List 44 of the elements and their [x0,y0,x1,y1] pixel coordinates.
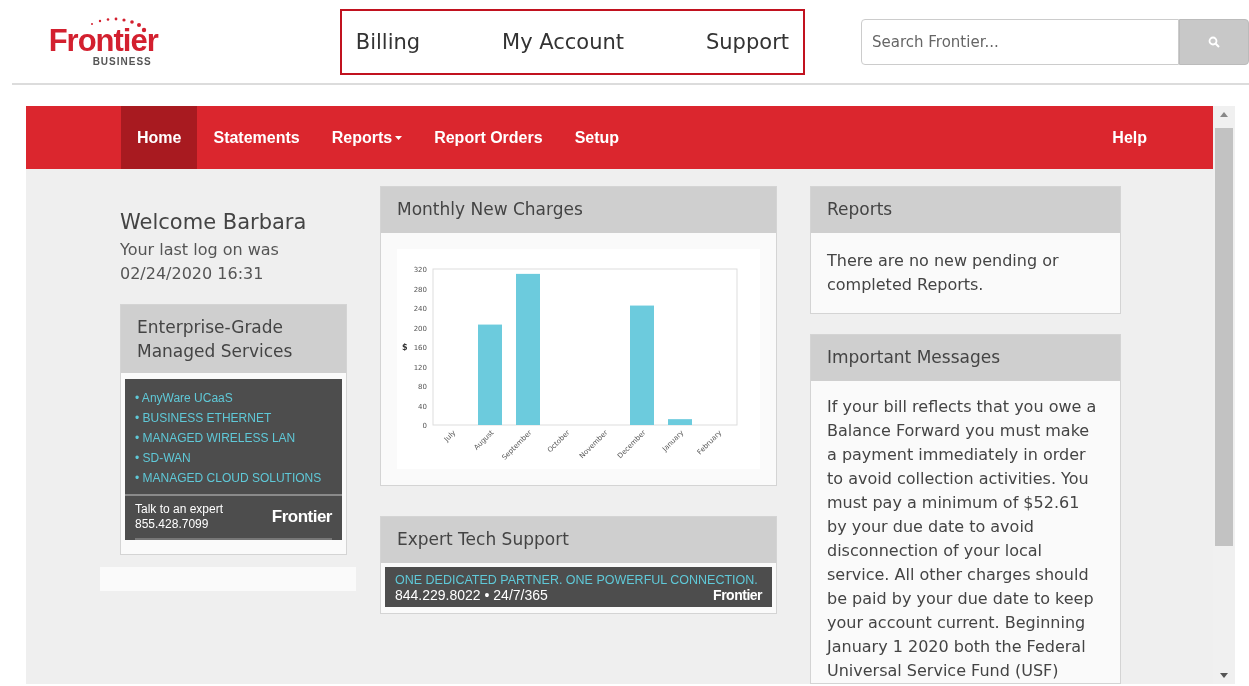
support-phone: 844.229.8022 • 24/7/365 [395,587,548,603]
service-item: • MANAGED WIRELESS LAN [135,431,297,446]
brand-wordmark: Frontier [271,507,332,527]
bar [668,419,692,425]
reports-message: There are no new pending or completed Reports. [827,250,1060,296]
menu-tab[interactable]: Home [121,106,198,169]
scroll-up-icon[interactable] [1220,112,1228,117]
panel-header: Important Messages [811,335,1120,381]
contact-phone: 855.428.7099 [135,517,210,532]
scrollbar-thumb[interactable] [1215,128,1233,546]
contact-text: Talk to an expert [135,502,224,517]
menu-tab[interactable]: Statements [197,106,316,169]
search-field[interactable]: Search Frontier... [861,18,1179,65]
top-nav-link[interactable]: My Account [500,25,627,58]
logo-wordmark: Frontier [48,26,158,56]
logo-tagline: BUSINESS [92,56,152,67]
service-item: • MANAGED CLOUD SOLUTIONS [135,471,323,486]
brand-wordmark: Frontier [713,587,762,603]
support-banner[interactable]: ONE DEDICATED PARTNER. ONE POWERFUL CONNECTION. 844.229.8022 • 24/7/365 Frontier [385,567,772,607]
y-axis-label: $ [402,343,408,352]
search-button[interactable] [1179,18,1249,65]
top-nav-link[interactable]: Billing [353,25,423,58]
last-logon-time: 02/24/2020 16:31 [120,263,265,285]
service-item: • AnyWare UCaaS [135,391,234,406]
service-item: • BUSINESS ETHERNET [135,411,273,426]
panel-header: Reports [811,187,1120,233]
banner-tagline: ONE DEDICATED PARTNER. ONE POWERFUL CONNECTION. [395,573,759,587]
help-link[interactable]: Help [1096,106,1163,169]
panel-header: Expert Tech Support [381,517,776,563]
scroll-down-icon[interactable] [1220,673,1228,678]
caret-icon [395,135,403,140]
last-logon-text: Your last log on was [120,239,280,261]
menu-tab[interactable]: Reports [315,106,419,169]
panel-header: Enterprise-Grade Managed Services [121,305,346,373]
scrollbar[interactable] [1213,106,1235,684]
menu-tab[interactable]: Report Orders [418,106,559,169]
top-nav-link[interactable]: Support [704,25,791,58]
promo-banner[interactable]: • AnyWare UCaaS • BUSINESS ETHERNET • MANAGED WIRELESS LAN • SD-WAN • MANAGED CLOUD SOLUTIONS Talk to an expert 855.428.7099 Frontier [125,379,342,540]
search-icon [1208,35,1220,48]
welcome-heading: Welcome Barbara [120,210,308,234]
service-item: • SD-WAN [135,451,192,466]
menu-tab[interactable]: Setup [558,106,636,169]
panel-header: Monthly New Charges [381,187,776,233]
important-message: If your bill reflects that you owe a Balance Forward you must make a payment immediately in order to avoid collection activities. You must pay a minimum of $52.61 by your due date to avoid disconnection of your local service. All other charges should be paid by your due date to keep your account current. Beginning January 1 2020 both the Federal Universal Service Fund (USF) [827,396,1098,682]
